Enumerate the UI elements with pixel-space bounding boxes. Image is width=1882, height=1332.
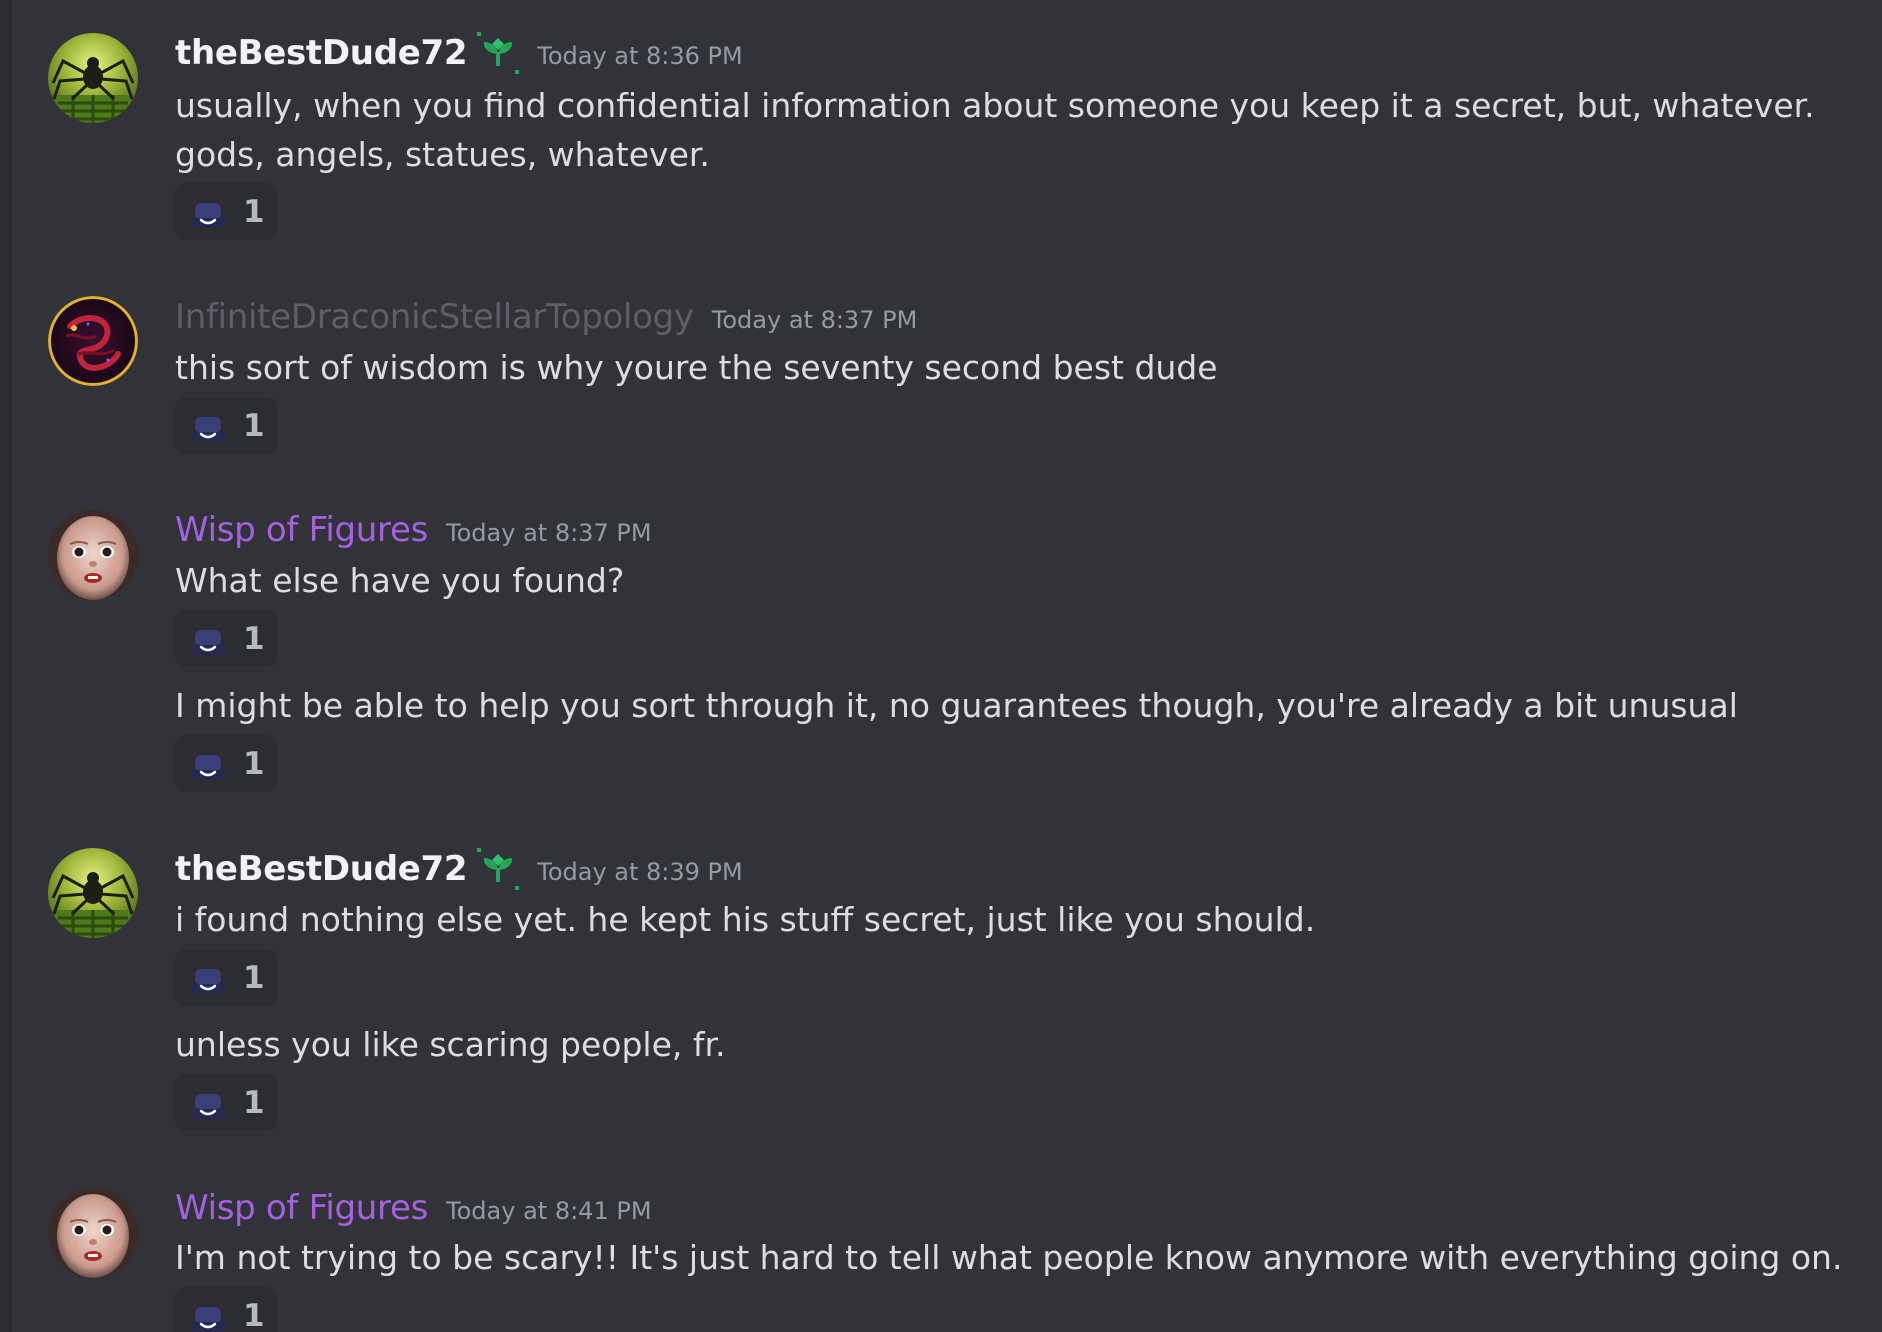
message-text: What else have you found? xyxy=(175,561,625,600)
reaction-button[interactable]: 1 xyxy=(175,397,277,454)
message-text: this sort of wisdom is why youre the sev… xyxy=(175,348,1218,387)
reaction-button[interactable]: 1 xyxy=(175,1074,277,1131)
username[interactable]: Wisp of Figures xyxy=(175,510,428,550)
doll-face-avatar[interactable] xyxy=(48,510,138,600)
smiling-hat-emoji-icon xyxy=(189,745,227,783)
message-text: gods, angels, statues, whatever. xyxy=(175,135,710,174)
smiling-hat-emoji-icon xyxy=(189,193,227,231)
reaction-button[interactable]: 1 xyxy=(175,183,277,240)
reaction-count: 1 xyxy=(243,407,265,444)
reaction-count: 1 xyxy=(243,1297,265,1332)
username[interactable]: InfiniteDraconicStellarTopology xyxy=(175,297,694,337)
smiling-hat-emoji-icon xyxy=(189,1297,227,1332)
spider-maze-avatar[interactable] xyxy=(48,33,138,123)
smiling-hat-emoji-icon xyxy=(189,1084,227,1122)
username[interactable]: theBestDude72 xyxy=(175,849,468,889)
message-header: Wisp of Figures Today at 8:37 PM xyxy=(175,506,652,554)
message-header: theBestDude72 Today at 8:36 PM xyxy=(175,29,743,77)
message-text: usually, when you find confidential info… xyxy=(175,86,1815,125)
message-text: I'm not trying to be scary!! It's just h… xyxy=(175,1238,1843,1277)
reaction-count: 1 xyxy=(243,745,265,782)
message-header: InfiniteDraconicStellarTopology Today at… xyxy=(175,293,917,341)
spider-maze-avatar[interactable] xyxy=(48,848,138,938)
reaction-button[interactable]: 1 xyxy=(175,610,277,667)
reaction-count: 1 xyxy=(243,959,265,996)
chat-message-list[interactable]: theBestDude72 Today at 8:36 PM usually, … xyxy=(0,0,1882,1332)
message-timestamp: Today at 8:37 PM xyxy=(711,306,918,334)
reaction-count: 1 xyxy=(243,193,265,230)
reaction-count: 1 xyxy=(243,620,265,657)
sprout-badge-icon[interactable] xyxy=(477,848,519,890)
message-text: unless you like scaring people, fr. xyxy=(175,1025,726,1064)
message-timestamp: Today at 8:41 PM xyxy=(446,1197,652,1225)
smiling-hat-emoji-icon xyxy=(189,959,227,997)
message-text: i found nothing else yet. he kept his st… xyxy=(175,900,1316,939)
server-sidebar-edge xyxy=(0,0,12,1332)
message-timestamp: Today at 8:36 PM xyxy=(537,42,743,70)
reaction-button[interactable]: 1 xyxy=(175,949,277,1006)
doll-face-avatar[interactable] xyxy=(48,1188,138,1278)
message-header: Wisp of Figures Today at 8:41 PM xyxy=(175,1184,652,1232)
reaction-button[interactable]: 1 xyxy=(175,735,277,792)
reaction-count: 1 xyxy=(243,1084,265,1121)
smiling-hat-emoji-icon xyxy=(189,620,227,658)
message-text: I might be able to help you sort through… xyxy=(175,686,1738,725)
username[interactable]: Wisp of Figures xyxy=(175,1188,428,1228)
reaction-button[interactable]: 1 xyxy=(175,1287,277,1332)
smiling-hat-emoji-icon xyxy=(189,407,227,445)
red-dragon-avatar[interactable] xyxy=(48,296,138,386)
username[interactable]: theBestDude72 xyxy=(175,33,468,73)
sprout-badge-icon[interactable] xyxy=(477,32,519,74)
message-timestamp: Today at 8:39 PM xyxy=(537,858,743,886)
message-timestamp: Today at 8:37 PM xyxy=(446,519,652,547)
message-header: theBestDude72 Today at 8:39 PM xyxy=(175,845,743,893)
